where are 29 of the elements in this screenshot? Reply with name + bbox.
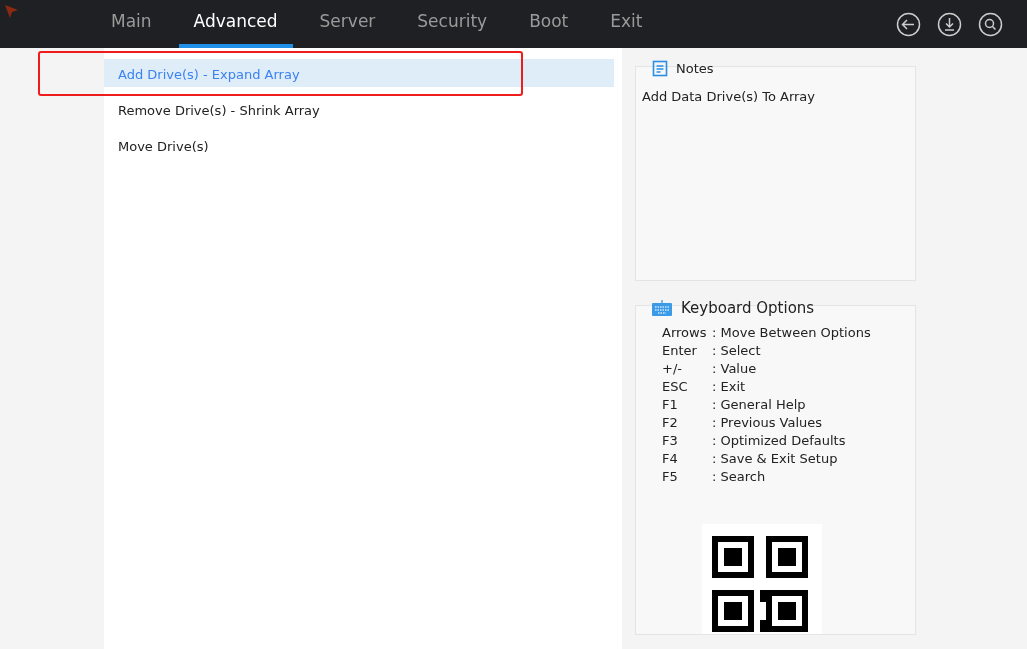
tab[interactable]: Main (96, 0, 167, 48)
menu-item[interactable]: Move Drive(s) (104, 131, 614, 159)
keyboard-options-title: Keyboard Options (681, 298, 815, 319)
menu-item[interactable]: Add Drive(s) - Expand Array (104, 59, 614, 87)
key-name: F5 (662, 467, 679, 486)
tab[interactable]: Server (304, 0, 391, 48)
key-action: : Move Between Options (712, 323, 871, 342)
key-name: +/- (662, 359, 683, 378)
menu-item[interactable]: Remove Drive(s) - Shrink Array (104, 95, 614, 123)
key-action: : Save & Exit Setup (712, 449, 838, 468)
notes-text: Add Data Drive(s) To Array (642, 87, 816, 106)
key-action: : General Help (712, 395, 806, 414)
tab[interactable]: Security (402, 0, 503, 48)
key-name: F2 (662, 413, 679, 432)
key-action: : Previous Values (712, 413, 823, 432)
key-action: : Select (712, 341, 761, 360)
tab[interactable]: Exit (595, 0, 658, 48)
key-name: Enter (662, 341, 698, 360)
key-name: ESC (662, 377, 689, 396)
key-action: : Value (712, 359, 757, 378)
key-action: : Optimized Defaults (712, 431, 846, 450)
key-action: : Exit (712, 377, 746, 396)
tab[interactable]: Boot (514, 0, 584, 48)
key-name: Arrows (662, 323, 708, 342)
key-name: F3 (662, 431, 679, 450)
key-action: : Search (712, 467, 766, 486)
notes-title: Notes (676, 60, 714, 78)
key-name: F4 (662, 449, 679, 468)
key-name: F1 (662, 395, 679, 414)
